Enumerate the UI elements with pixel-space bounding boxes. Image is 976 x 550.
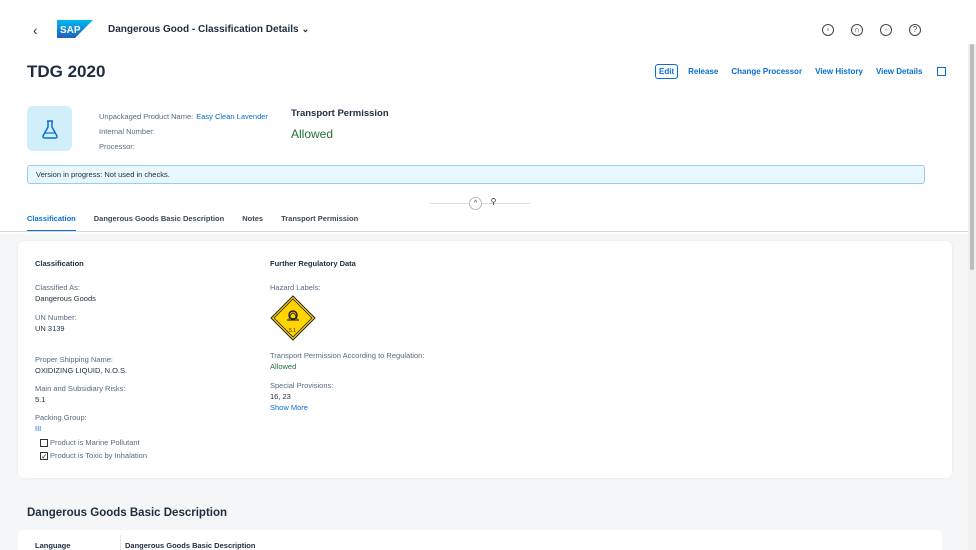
header-actions: Edit Release Change Processor View Histo… <box>655 64 947 79</box>
logo-text: SAP <box>60 25 81 36</box>
shell-bar: ‹ SAP Dangerous Good - Classification De… <box>0 0 976 50</box>
special-provisions-value: 16, 23 <box>270 392 291 401</box>
hazard-class-text: 5.1 <box>289 328 296 334</box>
page-title: TDG 2020 <box>27 62 106 81</box>
transport-permission-label: Transport Permission <box>291 108 389 119</box>
help-icon[interactable]: ? <box>909 24 921 36</box>
tab-transport-permission[interactable]: Transport Permission <box>281 214 358 232</box>
oxidizer-hazard-icon: 5.1 <box>270 295 316 341</box>
edit-button[interactable]: Edit <box>655 64 679 79</box>
classified-as-label: Classified As: <box>35 283 81 292</box>
scrollbar-thumb[interactable] <box>970 44 974 270</box>
column-header-description[interactable]: Dangerous Goods Basic Description <box>125 541 255 550</box>
sap-logo: SAP <box>57 20 93 38</box>
marine-pollutant-checkbox[interactable] <box>40 438 48 447</box>
pin-icon[interactable]: ⚲ <box>487 197 500 210</box>
marine-pollutant-row: Product is Marine Pollutant <box>40 438 147 447</box>
notifications-icon[interactable]: · <box>880 24 892 36</box>
basic-description-heading: Dangerous Goods Basic Description <box>27 507 228 519</box>
risks-value: 5.1 <box>35 395 46 404</box>
release-button[interactable]: Release <box>688 67 718 76</box>
regulation-permission-label: Transport Permission According to Regula… <box>270 351 425 360</box>
chevron-down-icon: ⌄ <box>301 24 310 34</box>
tab-divider <box>0 231 968 232</box>
marine-pollutant-label: Product is Marine Pollutant <box>50 438 140 447</box>
un-number-value: UN 3139 <box>35 324 65 333</box>
app-title: Dangerous Good - Classification Details <box>108 24 299 35</box>
tab-notes[interactable]: Notes <box>242 214 263 232</box>
classification-section: Classification Classified As: Dangerous … <box>35 259 147 460</box>
copilot-icon[interactable]: ◦ <box>822 24 834 36</box>
hazard-labels-label: Hazard Labels: <box>270 283 321 292</box>
regulation-permission-value: Allowed <box>270 362 297 371</box>
message-strip: Version in progress: Not used in checks. <box>27 165 925 184</box>
share-icon[interactable] <box>937 67 947 76</box>
tab-basic-description[interactable]: Dangerous Goods Basic Description <box>94 214 224 232</box>
flask-icon <box>41 119 58 139</box>
classification-card <box>18 241 952 478</box>
app-title-menu[interactable]: Dangerous Good - Classification Details ⌄ <box>108 24 309 35</box>
regulatory-section: Further Regulatory Data Hazard Labels: 5… <box>270 259 424 412</box>
risks-label: Main and Subsidiary Risks: <box>35 384 126 393</box>
view-history-button[interactable]: View History <box>815 67 863 76</box>
classified-as-value: Dangerous Goods <box>35 294 96 303</box>
shipping-name-value: OXIDIZING LIQUID, N.O.S. <box>35 366 128 375</box>
tab-classification[interactable]: Classification <box>27 214 76 232</box>
processor-label: Processor: <box>99 142 135 151</box>
transport-permission-status: Allowed <box>291 127 334 141</box>
classification-title: Classification <box>35 259 84 268</box>
product-name-label: Unpackaged Product Name: <box>99 112 194 121</box>
change-processor-button[interactable]: Change Processor <box>731 67 802 76</box>
collapse-header-button[interactable]: ^ <box>469 197 482 210</box>
back-button[interactable]: ‹ <box>33 22 38 38</box>
tab-bar: Classification Dangerous Goods Basic Des… <box>27 214 376 232</box>
shipping-name-label: Proper Shipping Name: <box>35 355 113 364</box>
headset-icon[interactable]: ∩ <box>851 24 863 36</box>
toxic-inhalation-checkbox[interactable]: ✓ <box>40 451 48 460</box>
toxic-inhalation-label: Product is Toxic by Inhalation <box>50 451 147 460</box>
toxic-inhalation-row: ✓ Product is Toxic by Inhalation <box>40 451 147 460</box>
column-divider <box>120 535 121 550</box>
un-number-label: UN Number: <box>35 313 77 322</box>
special-provisions-label: Special Provisions: <box>270 381 334 390</box>
product-name-link[interactable]: Easy Clean Lavender <box>196 112 268 121</box>
packing-group-value[interactable]: III <box>35 424 147 433</box>
avatar <box>27 106 72 151</box>
regulatory-title: Further Regulatory Data <box>270 259 356 268</box>
view-details-button[interactable]: View Details <box>876 67 923 76</box>
column-header-language[interactable]: Language <box>35 541 70 550</box>
shell-actions: ◦ ∩ · ? <box>822 24 921 36</box>
show-more-link[interactable]: Show More <box>270 403 424 412</box>
internal-number-label: Internal Number: <box>99 127 155 136</box>
packing-group-label: Packing Group: <box>35 413 87 422</box>
header-attributes: Unpackaged Product Name: Easy Clean Laven… <box>99 109 268 154</box>
